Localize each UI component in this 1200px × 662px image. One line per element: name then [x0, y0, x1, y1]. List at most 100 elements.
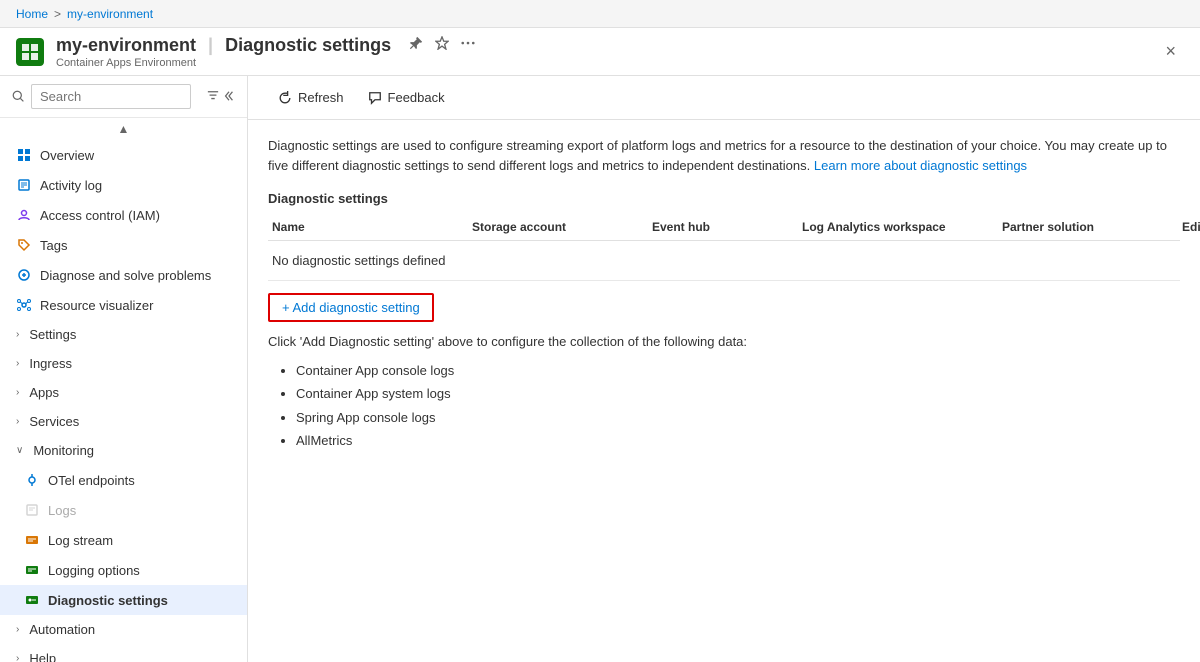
sidebar-item-label: Ingress — [29, 356, 72, 371]
activity-log-icon — [16, 177, 32, 193]
sidebar-item-settings[interactable]: › Settings — [0, 320, 247, 349]
sidebar-item-logging-options[interactable]: Logging options — [0, 555, 247, 585]
sidebar-item-label: Logs — [48, 503, 76, 518]
col-edit: Edit setting — [1178, 220, 1200, 234]
sidebar-item-access-control[interactable]: Access control (IAM) — [0, 200, 247, 230]
top-bar: my-environment | Diagnostic settings Con… — [0, 28, 1200, 76]
sidebar-item-label: Log stream — [48, 533, 113, 548]
resource-subtitle: Container Apps Environment — [56, 57, 477, 69]
chevron-right-icon: › — [16, 387, 19, 398]
list-item: Container App system logs — [296, 382, 1180, 405]
breadcrumb-home[interactable]: Home — [16, 7, 48, 21]
title-icons — [407, 34, 477, 56]
title-area: my-environment | Diagnostic settings Con… — [56, 34, 477, 69]
table-empty-message: No diagnostic settings defined — [268, 241, 1180, 281]
more-options-button[interactable] — [459, 34, 477, 56]
sidebar-search-area — [0, 76, 247, 118]
sidebar-item-ingress[interactable]: › Ingress — [0, 349, 247, 378]
sidebar-item-activity-log[interactable]: Activity log — [0, 170, 247, 200]
content-body: Diagnostic settings are used to configur… — [248, 120, 1200, 469]
hint-text: Click 'Add Diagnostic setting' above to … — [268, 334, 1180, 349]
chevron-right-icon: › — [16, 416, 19, 427]
sidebar-item-tags[interactable]: Tags — [0, 230, 247, 260]
sidebar-item-label: Access control (IAM) — [40, 208, 160, 223]
sidebar-item-overview[interactable]: Overview — [0, 140, 247, 170]
main-layout: ▲ Overview Activity log Access control (… — [0, 76, 1200, 662]
sidebar-item-label: Apps — [29, 385, 59, 400]
learn-more-link[interactable]: Learn more about diagnostic settings — [814, 158, 1027, 173]
sidebar-scroll-up[interactable]: ▲ — [0, 118, 247, 140]
sidebar-item-label: Monitoring — [33, 443, 94, 458]
sidebar-item-apps[interactable]: › Apps — [0, 378, 247, 407]
resource-name: my-environment — [56, 35, 196, 56]
sidebar-minimize-button[interactable] — [223, 89, 235, 105]
col-storage: Storage account — [468, 220, 648, 234]
sidebar-item-label: Help — [29, 651, 56, 662]
breadcrumb-bar: Home > my-environment — [0, 0, 1200, 28]
col-name: Name — [268, 220, 468, 234]
sidebar-item-label: Logging options — [48, 563, 140, 578]
description-text: Diagnostic settings are used to configur… — [268, 136, 1168, 175]
diagnose-icon — [16, 267, 32, 283]
sidebar-item-services[interactable]: › Services — [0, 407, 247, 436]
logs-icon — [24, 502, 40, 518]
sidebar-item-label: OTel endpoints — [48, 473, 135, 488]
otel-icon — [24, 472, 40, 488]
sidebar-item-label: Diagnostic settings — [48, 593, 168, 608]
sidebar-item-label: Overview — [40, 148, 94, 163]
access-control-icon — [16, 207, 32, 223]
chevron-right-icon: › — [16, 653, 19, 662]
page-title: Diagnostic settings — [225, 35, 391, 56]
list-item: Spring App console logs — [296, 406, 1180, 429]
sidebar-item-help[interactable]: › Help — [0, 644, 247, 662]
tags-icon — [16, 237, 32, 253]
feedback-button[interactable]: Feedback — [358, 86, 455, 109]
sidebar-item-label: Resource visualizer — [40, 298, 153, 313]
list-item: AllMetrics — [296, 429, 1180, 452]
refresh-label: Refresh — [298, 90, 344, 105]
app-icon — [16, 38, 44, 66]
refresh-icon — [278, 91, 292, 105]
sidebar-item-logs[interactable]: Logs — [0, 495, 247, 525]
list-item: Container App console logs — [296, 359, 1180, 382]
favorite-button[interactable] — [433, 34, 451, 56]
section-title: Diagnostic settings — [268, 191, 1180, 206]
sidebar: ▲ Overview Activity log Access control (… — [0, 76, 248, 662]
chevron-right-icon: › — [16, 358, 19, 369]
sidebar-item-label: Activity log — [40, 178, 102, 193]
sidebar-item-diagnostic-settings[interactable]: Diagnostic settings — [0, 585, 247, 615]
breadcrumb-separator: > — [54, 7, 61, 21]
add-diagnostic-setting-button[interactable]: + Add diagnostic setting — [268, 293, 434, 322]
chevron-right-icon: › — [16, 329, 19, 340]
feedback-icon — [368, 91, 382, 105]
sidebar-item-label: Tags — [40, 238, 67, 253]
sidebar-item-resource-visualizer[interactable]: Resource visualizer — [0, 290, 247, 320]
sidebar-item-log-stream[interactable]: Log stream — [0, 525, 247, 555]
title-main: my-environment | Diagnostic settings — [56, 34, 477, 56]
pin-button[interactable] — [407, 34, 425, 56]
sidebar-item-otel-endpoints[interactable]: OTel endpoints — [0, 465, 247, 495]
log-stream-icon — [24, 532, 40, 548]
col-event-hub: Event hub — [648, 220, 798, 234]
breadcrumb-current[interactable]: my-environment — [67, 7, 153, 21]
logging-options-icon — [24, 562, 40, 578]
close-button[interactable]: × — [1157, 37, 1184, 66]
feedback-label: Feedback — [388, 90, 445, 105]
sidebar-search-icons — [207, 89, 235, 105]
search-input[interactable] — [31, 84, 191, 109]
sidebar-collapse-button[interactable] — [207, 89, 219, 105]
content-area: Refresh Feedback Diagnostic settings are… — [248, 76, 1200, 662]
sidebar-item-label: Settings — [29, 327, 76, 342]
sidebar-item-label: Automation — [29, 622, 95, 637]
sidebar-item-diagnose[interactable]: Diagnose and solve problems — [0, 260, 247, 290]
sidebar-item-automation[interactable]: › Automation — [0, 615, 247, 644]
chevron-down-icon: ∨ — [16, 445, 23, 456]
title-separator: | — [208, 35, 213, 56]
refresh-button[interactable]: Refresh — [268, 86, 354, 109]
sidebar-item-monitoring[interactable]: ∨ Monitoring — [0, 436, 247, 465]
col-log-analytics: Log Analytics workspace — [798, 220, 998, 234]
table-header: Name Storage account Event hub Log Analy… — [268, 214, 1180, 241]
search-icon — [12, 90, 25, 103]
bullet-list: Container App console logs Container App… — [268, 359, 1180, 453]
sidebar-item-label: Services — [29, 414, 79, 429]
